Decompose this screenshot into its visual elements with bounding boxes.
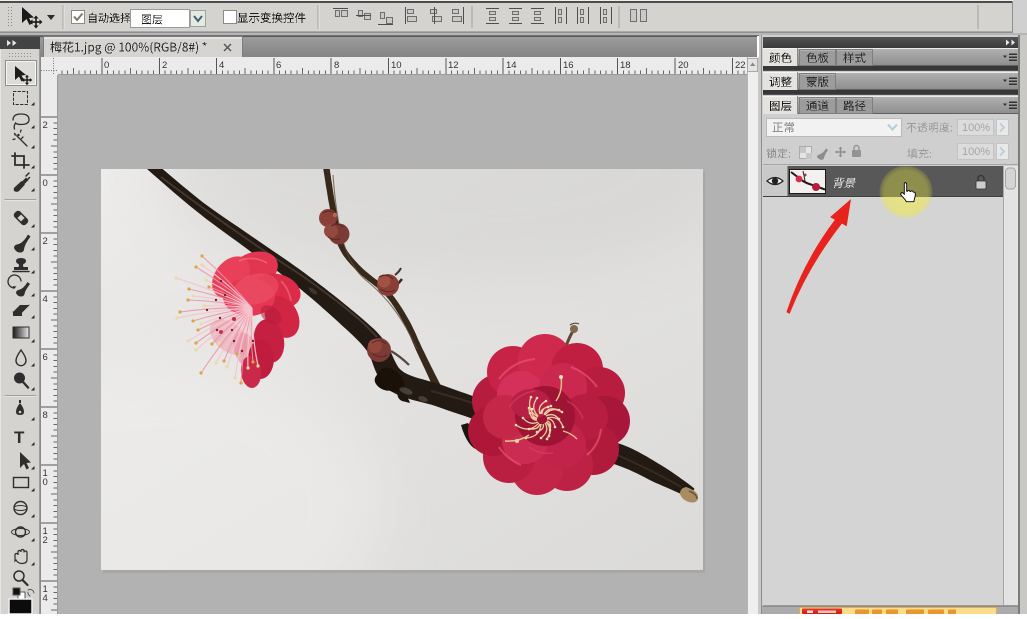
svg-text:2: 2	[43, 236, 48, 247]
svg-text:0: 0	[43, 477, 48, 488]
svg-text:4: 4	[43, 593, 48, 604]
svg-text:0: 0	[43, 178, 48, 189]
svg-text:14: 14	[506, 60, 517, 71]
svg-text:10: 10	[391, 60, 402, 71]
svg-text:100%: 100%	[962, 146, 990, 158]
svg-text:4: 4	[43, 294, 48, 305]
svg-text:T: T	[14, 428, 25, 447]
svg-text:2: 2	[162, 60, 167, 71]
svg-text:2: 2	[43, 120, 48, 131]
svg-text:16: 16	[563, 60, 574, 71]
svg-text:4: 4	[219, 60, 224, 71]
svg-text:100%: 100%	[962, 122, 990, 134]
svg-text:6: 6	[276, 60, 281, 71]
svg-text:8: 8	[43, 410, 48, 421]
svg-text:0: 0	[104, 60, 109, 71]
svg-text:6: 6	[43, 352, 48, 363]
svg-text:22: 22	[735, 60, 746, 71]
svg-text:20: 20	[678, 60, 689, 71]
svg-text:12: 12	[448, 60, 459, 71]
svg-text:2: 2	[43, 535, 48, 546]
svg-text:18: 18	[620, 60, 631, 71]
svg-text:8: 8	[334, 60, 339, 71]
